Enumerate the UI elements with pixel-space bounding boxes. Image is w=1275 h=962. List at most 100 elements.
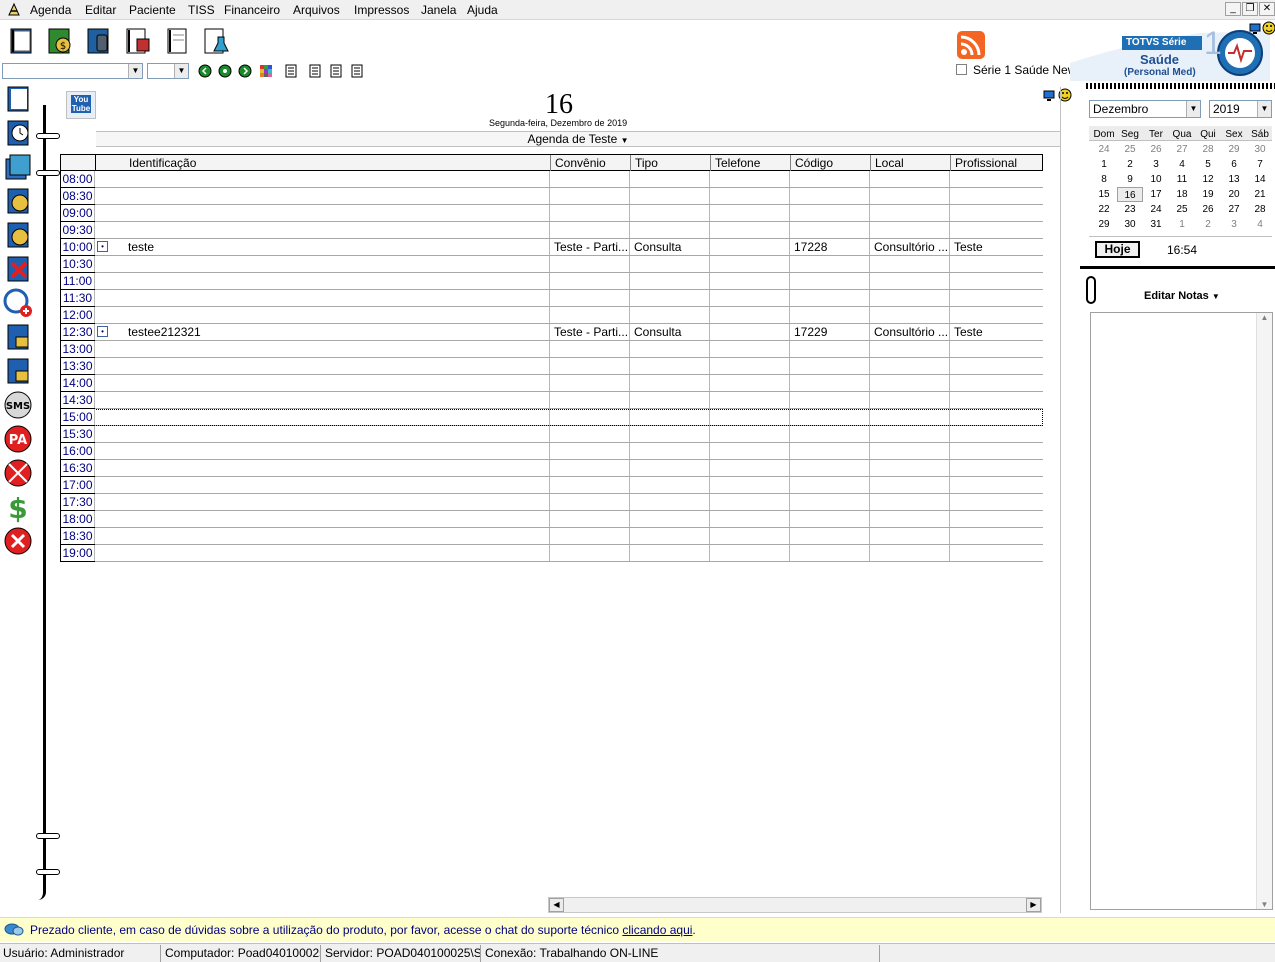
cell-identificacao[interactable]	[94, 358, 549, 374]
time-slot[interactable]: 16:30	[60, 460, 95, 477]
calendar-day[interactable]: 26	[1143, 142, 1169, 157]
cell-codigo[interactable]	[789, 273, 869, 289]
cell-tipo[interactable]	[629, 528, 709, 544]
cell-local[interactable]	[869, 171, 949, 187]
cell-codigo[interactable]	[789, 205, 869, 221]
cell-convenio[interactable]	[549, 290, 629, 306]
calendar-day[interactable]: 27	[1169, 142, 1195, 157]
cell-profissional[interactable]: Teste	[949, 239, 1041, 255]
cell-convenio[interactable]	[549, 477, 629, 493]
cell-profissional[interactable]	[949, 341, 1041, 357]
cell-convenio[interactable]: Teste - Parti...	[549, 239, 629, 255]
cell-local[interactable]: Consultório ...	[869, 324, 949, 340]
time-slot[interactable]: 18:00	[60, 511, 95, 528]
table-row[interactable]: 10:00 • teste Teste - Parti... Consulta 17228…	[60, 239, 1043, 256]
cell-identificacao[interactable]	[94, 341, 549, 357]
clock-book-icon[interactable]	[2, 117, 34, 149]
notebook-icon[interactable]	[160, 25, 194, 57]
cell-identificacao[interactable]	[94, 171, 549, 187]
table-row[interactable]: 18:00	[60, 511, 1043, 528]
cell-convenio[interactable]	[549, 205, 629, 221]
cell-identificacao[interactable]	[94, 290, 549, 306]
table-row[interactable]: 13:30	[60, 358, 1043, 375]
col-identificacao[interactable]: Identificação	[95, 155, 550, 171]
calendar-day[interactable]: 4	[1169, 157, 1195, 172]
cell-telefone[interactable]	[709, 256, 789, 272]
calendar-day[interactable]: 25	[1169, 202, 1195, 217]
cell-profissional[interactable]	[949, 545, 1041, 561]
menu-financeiro[interactable]: Financeiro	[224, 3, 280, 17]
calendar-day[interactable]: 12	[1195, 172, 1221, 187]
cell-convenio[interactable]	[549, 256, 629, 272]
agenda-title-dropdown[interactable]: Agenda de Teste ▼	[96, 131, 1060, 147]
dollar-icon[interactable]: $	[2, 491, 34, 523]
col-profissional[interactable]: Profissional	[950, 155, 1042, 171]
cell-codigo[interactable]	[789, 392, 869, 408]
agenda-sidebar-icon[interactable]	[2, 83, 34, 115]
cell-local[interactable]	[869, 392, 949, 408]
cell-codigo[interactable]	[789, 426, 869, 442]
cell-tipo[interactable]: Consulta	[629, 239, 709, 255]
calendar-day[interactable]: 30	[1247, 142, 1273, 157]
cell-profissional[interactable]: Teste	[949, 324, 1041, 340]
calendar-day[interactable]: 29	[1091, 217, 1117, 232]
calendar-day[interactable]: 22	[1091, 202, 1117, 217]
scroll-right-icon[interactable]: ▶	[1026, 898, 1041, 912]
cell-tipo[interactable]	[629, 460, 709, 476]
col-convenio[interactable]: Convênio	[550, 155, 630, 171]
cell-codigo[interactable]: 17228	[789, 239, 869, 255]
time-slot[interactable]: 08:30	[60, 188, 95, 205]
cell-identificacao[interactable]	[94, 494, 549, 510]
calendar-day[interactable]: 28	[1195, 142, 1221, 157]
cell-profissional[interactable]	[949, 443, 1041, 459]
col-telefone[interactable]: Telefone	[710, 155, 790, 171]
table-row[interactable]: 14:30	[60, 392, 1043, 409]
month-select[interactable]: Dezembro ▼	[1089, 100, 1201, 118]
time-slot[interactable]: 11:30	[60, 290, 95, 307]
calendar-day[interactable]: 24	[1091, 142, 1117, 157]
table-row[interactable]: 19:00	[60, 545, 1043, 562]
cell-telefone[interactable]	[709, 290, 789, 306]
cell-telefone[interactable]	[709, 375, 789, 391]
cell-local[interactable]	[869, 460, 949, 476]
cell-convenio[interactable]	[549, 511, 629, 527]
cell-local[interactable]	[869, 375, 949, 391]
cell-profissional[interactable]	[949, 188, 1041, 204]
table-row[interactable]: 17:30	[60, 494, 1043, 511]
col-local[interactable]: Local	[870, 155, 950, 171]
cell-profissional[interactable]	[949, 256, 1041, 272]
time-slot[interactable]: 09:30	[60, 222, 95, 239]
cell-local[interactable]	[869, 205, 949, 221]
table-row[interactable]: 12:30 • testee212321 Teste - Parti... Consul…	[60, 324, 1043, 341]
youtube-button[interactable]: You Tube	[66, 91, 96, 119]
cell-telefone[interactable]	[709, 409, 789, 425]
calendar-day[interactable]: 5	[1195, 157, 1221, 172]
cell-profissional[interactable]	[949, 222, 1041, 238]
cell-tipo[interactable]	[629, 341, 709, 357]
calendar-day[interactable]: 15	[1091, 187, 1117, 202]
cell-tipo[interactable]	[629, 409, 709, 425]
cell-local[interactable]	[869, 256, 949, 272]
cell-telefone[interactable]	[709, 324, 789, 340]
cell-local[interactable]	[869, 528, 949, 544]
book-lock-2-icon[interactable]	[2, 355, 34, 387]
cell-profissional[interactable]	[949, 477, 1041, 493]
cell-profissional[interactable]	[949, 205, 1041, 221]
table-row[interactable]: 18:30	[60, 528, 1043, 545]
time-slot[interactable]: 15:00	[60, 409, 95, 426]
cell-profissional[interactable]	[949, 273, 1041, 289]
cell-identificacao[interactable]	[94, 545, 549, 561]
cell-identificacao[interactable]: teste	[94, 239, 549, 255]
app-logo-icon[interactable]	[6, 2, 22, 18]
cell-tipo[interactable]	[629, 477, 709, 493]
cell-convenio[interactable]	[549, 341, 629, 357]
cell-convenio[interactable]: Teste - Parti...	[549, 324, 629, 340]
cell-codigo[interactable]	[789, 358, 869, 374]
cell-profissional[interactable]	[949, 307, 1041, 323]
cell-codigo[interactable]	[789, 222, 869, 238]
scroll-up-icon[interactable]: ▲	[1257, 313, 1272, 322]
time-slot[interactable]: 12:30	[60, 324, 95, 341]
color-grid-icon[interactable]	[259, 64, 273, 78]
cell-convenio[interactable]	[549, 460, 629, 476]
calendar-day[interactable]: 11	[1169, 172, 1195, 187]
